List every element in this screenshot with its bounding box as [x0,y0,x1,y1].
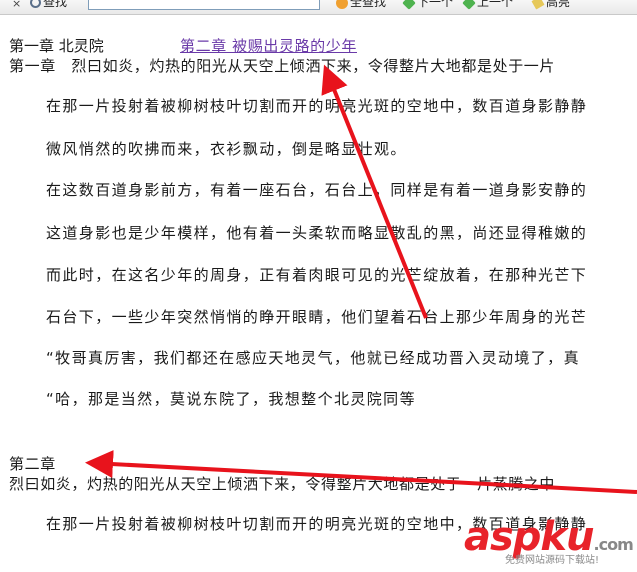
find-label: 查找 [30,0,67,10]
text-line: 在这数百道身影前方，有着一座石台，石台上，同样是有着一道身影安静的 [46,181,588,199]
find-prev-label: 上一个 [477,0,514,9]
watermark-subtitle: 免费网站源码下载站! [505,555,600,566]
arrow-up-icon [462,0,476,10]
document-body: 第一章 北灵院 第二章 被赐出灵路的少年 第一章 烈曰如炎，灼热的阳光从天空上倾… [0,15,637,572]
text-line: 烈曰如炎，灼热的阳光从天空上倾洒下来，令得整片大地都是处于一片蒸腾之中 [9,475,556,493]
text-line: “哈，那是当然，莫说东院了，我想整个北灵院同等 [46,390,416,408]
text-line: 第一章 烈曰如炎，灼热的阳光从天空上倾洒下来，令得整片大地都是处于一片 [9,57,556,75]
site-watermark: aspku.com 免费网站源码下载站! [464,515,634,569]
find-toolbar: × 查找 全查找 下一个 上一个 高亮 [0,0,637,15]
text-line: 而此时，在这名少年的周身，正有着肉眼可见的光芒绽放着，在那种光芒下 [46,266,588,284]
find-input[interactable] [88,0,320,10]
find-all-icon [336,0,348,9]
find-label-text: 查找 [43,0,68,9]
text-line: 微风悄然的吹拂而来，衣衫飘动，倒是略显壮观。 [46,140,407,158]
find-all-label: 全查找 [350,0,387,9]
text-line: 这道身影也是少年模样，他有着一头柔软而略显散乱的黑，尚还显得稚嫩的 [46,224,588,242]
arrow-down-icon [402,0,416,10]
highlighter-icon [531,0,545,10]
watermark-main-text: aspku [464,514,595,560]
chapter-2-heading: 第二章 [9,455,56,473]
text-line: 在那一片投射着被柳树枝叶切割而开的明亮光斑的空地中，数百道身影静静 [46,97,588,115]
text-line: 石台下，一些少年突然悄悄的睁开眼睛，他们望着石台上那少年周身的光芒 [46,308,588,326]
chapter-2-link[interactable]: 第二章 被赐出灵路的少年 [180,36,357,56]
find-next-label: 下一个 [417,0,454,9]
find-prev-button[interactable]: 上一个 [462,0,514,10]
find-all-button[interactable]: 全查找 [336,0,386,10]
watermark-tld: .com [593,535,634,554]
chapter-1-heading: 第一章 北灵院 [9,37,104,55]
text-line: “牧哥真厉害，我们都还在感应天地灵气，他就已经成功晋入灵动境了，真 [46,349,580,367]
highlight-button[interactable]: 高亮 [531,0,571,10]
search-icon [30,0,41,8]
highlight-label: 高亮 [546,0,571,9]
close-find-button[interactable]: × [12,0,21,12]
find-next-button[interactable]: 下一个 [402,0,454,10]
